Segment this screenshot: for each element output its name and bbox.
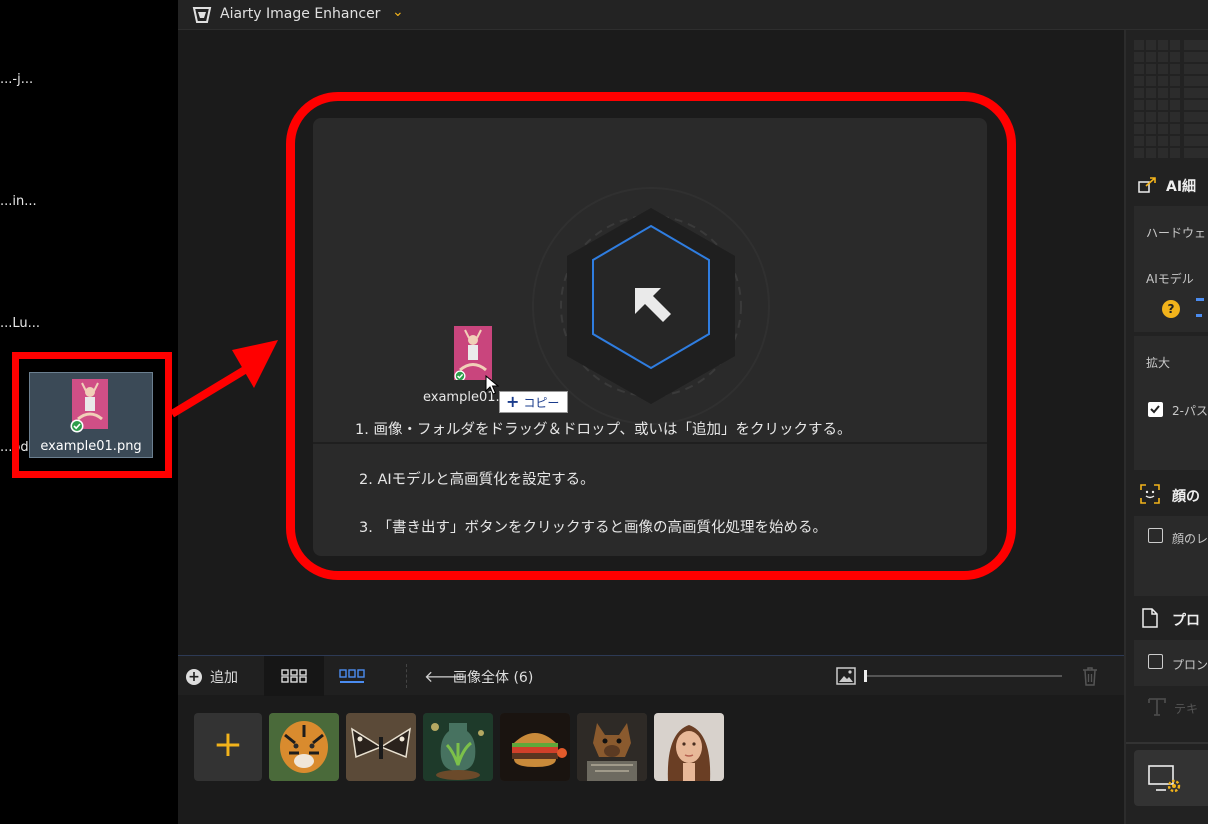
image-size-icon (836, 667, 856, 685)
face-option-label: 顔のレ (1172, 532, 1208, 546)
face-section-heading[interactable]: 顔の (1172, 486, 1200, 506)
document-icon (1142, 608, 1158, 628)
add-image-tile[interactable]: + (194, 713, 262, 781)
thumbnail-woman-portrait[interactable] (654, 713, 724, 781)
tiger-image (269, 713, 339, 781)
preview-grid (1134, 40, 1208, 158)
highlight-box-dropzone (286, 92, 1016, 580)
highlight-box-source (12, 352, 172, 478)
grid-view-icon (281, 669, 307, 683)
face-group (1134, 516, 1208, 596)
app-logo-icon (192, 7, 212, 23)
prompt-section-heading[interactable]: プロ (1172, 610, 1200, 630)
trash-icon[interactable] (1082, 666, 1098, 686)
desktop-icon-label[interactable]: ...-j... (0, 72, 33, 87)
butterfly-image (346, 713, 416, 781)
ai-section-heading[interactable]: AI細 (1166, 176, 1196, 196)
add-label: 追加 (210, 670, 238, 686)
upscale-icon (1138, 177, 1156, 193)
export-settings-button[interactable] (1134, 750, 1208, 806)
strip-view-icon (339, 669, 365, 683)
strip-view-button[interactable] (334, 656, 374, 696)
ai-model-label: AIモデル (1146, 272, 1194, 286)
bottom-toolbar: + 追加 🡐 画像全体 (6) (178, 655, 1124, 696)
text-icon (1148, 698, 1166, 716)
bottle-plant-image (423, 713, 493, 781)
face-icon (1140, 484, 1160, 504)
check-icon (1150, 405, 1160, 414)
prompt-checkbox[interactable] (1148, 654, 1163, 669)
panel-divider (1126, 742, 1208, 744)
zoom-slider-track[interactable] (864, 675, 1062, 677)
woman-portrait-image (654, 713, 724, 781)
thumbnail-dog-armor[interactable] (577, 713, 647, 781)
export-settings-icon (1148, 765, 1181, 793)
add-circle-icon: + (186, 669, 202, 685)
red-arrow-icon (169, 340, 278, 418)
thumbnail-strip: + (178, 696, 1124, 824)
desktop: ...-j... ...in... ...Lu... ...od example… (0, 0, 178, 824)
all-images-label[interactable]: 画像全体 (6) (453, 667, 533, 687)
settings-panel: AI細 ハードウェ AIモデル ? 拡大 2-パス 顔の 顔のレ プロ プロン (1124, 30, 1208, 824)
two-pass-label: 2-パス (1172, 404, 1208, 418)
help-icon[interactable]: ? (1162, 300, 1180, 318)
app-window: Aiarty Image Enhancer ⌄ 1. 画像・フォルダをドラッグ＆… (169, 0, 1208, 824)
toolbar-separator (406, 664, 407, 688)
desktop-icon-label[interactable]: ...Lu... (0, 316, 40, 331)
face-checkbox[interactable] (1148, 528, 1163, 543)
title-bar: Aiarty Image Enhancer ⌄ (178, 0, 1208, 30)
thumbnail-burger[interactable] (500, 713, 570, 781)
app-title: Aiarty Image Enhancer (220, 6, 381, 22)
thumbnail-bottle-plant[interactable] (423, 713, 493, 781)
zoom-slider-thumb[interactable] (864, 670, 867, 682)
thumbnail-butterfly[interactable] (346, 713, 416, 781)
burger-image (500, 713, 570, 781)
two-pass-checkbox[interactable] (1148, 402, 1163, 417)
grid-view-button[interactable] (264, 656, 324, 696)
hardware-label: ハードウェ (1146, 226, 1207, 240)
desktop-icon-label[interactable]: ...in... (0, 194, 37, 209)
text-option-label: テキ (1174, 702, 1199, 716)
thumbnail-tiger[interactable] (269, 713, 339, 781)
chevron-down-icon[interactable]: ⌄ (392, 4, 404, 20)
upscale-label: 拡大 (1146, 356, 1171, 370)
model-link-text[interactable] (1194, 294, 1208, 324)
dog-armor-image (577, 713, 647, 781)
prompt-option-label: プロン (1172, 658, 1208, 672)
add-button[interactable]: + 追加 (186, 666, 238, 688)
